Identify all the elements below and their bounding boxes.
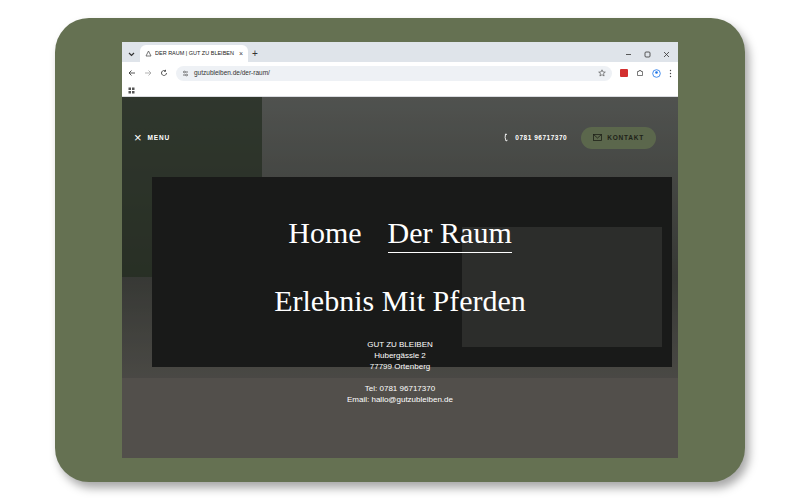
web-page: × MENU 0781 96717370 KONTAKT [122,97,678,458]
url-text: gutzubleiben.de/der-raum/ [194,68,593,78]
canvas: DER RAUM | GUT ZU BLEIBEN × + gutzu [0,0,800,500]
address-phone[interactable]: Tel: 0781 96717370 [365,383,435,394]
page-content: × MENU 0781 96717370 KONTAKT [122,97,678,458]
favicon-icon [145,50,152,57]
page-heading: Erlebnis Mit Pferden [122,283,678,319]
site-info-icon[interactable] [182,70,189,77]
address-street: Hubergässle 2 [374,350,426,361]
header-right: 0781 96717370 KONTAKT [504,127,656,149]
tablet-frame: DER RAUM | GUT ZU BLEIBEN × + gutzu [55,18,745,482]
maximize-icon[interactable] [644,51,651,58]
pdf-extension-icon[interactable] [620,69,628,77]
tab-strip: DER RAUM | GUT ZU BLEIBEN × + [122,42,678,62]
contact-button[interactable]: KONTAKT [581,127,656,149]
phone-link[interactable]: 0781 96717370 [504,133,567,143]
menu-button[interactable]: × MENU [134,131,170,144]
bookmark-star-icon[interactable] [598,69,606,77]
mail-icon [593,134,602,141]
scrollbar-track[interactable] [671,97,676,458]
contact-label: KONTAKT [607,133,644,143]
apps-grid-icon[interactable] [128,87,135,94]
phone-number: 0781 96717370 [515,133,567,143]
kebab-menu-icon[interactable] [669,69,672,78]
forward-icon[interactable] [144,69,152,77]
phone-icon [504,133,510,142]
reload-icon[interactable] [160,69,168,77]
puzzle-icon[interactable] [636,69,644,77]
browser-tab[interactable]: DER RAUM | GUT ZU BLEIBEN × [140,45,248,62]
extensions [620,69,672,78]
tab-search-icon[interactable] [126,46,136,62]
breadcrumb-nav: Home Der Raum [122,215,678,253]
bookmarks-bar [122,84,678,97]
address-name: GUT ZU BLEIBEN [367,339,433,350]
browser-window: DER RAUM | GUT ZU BLEIBEN × + gutzu [122,42,678,458]
address-city: 77799 Ortenberg [370,361,431,372]
minimize-icon[interactable] [625,51,632,58]
nav-link[interactable]: Der Raum [388,215,512,253]
toolbar: gutzubleiben.de/der-raum/ [122,62,678,84]
menu-label: MENU [148,133,170,143]
site-header: × MENU 0781 96717370 KONTAKT [122,97,678,149]
tab-close[interactable]: × [239,50,243,57]
window-controls [625,46,674,62]
new-tab-button[interactable]: + [252,46,258,62]
address-bar[interactable]: gutzubleiben.de/der-raum/ [176,66,612,81]
profile-icon[interactable] [652,69,661,78]
address-email[interactable]: Email: hallo@gutzubleiben.de [347,394,453,405]
close-window-icon[interactable] [663,51,670,58]
tab-title: DER RAUM | GUT ZU BLEIBEN [155,49,236,57]
photo-overlay [122,97,678,458]
nav-link[interactable]: Home [288,215,361,253]
address-block: GUT ZU BLEIBEN Hubergässle 2 77799 Orten… [122,339,678,405]
close-menu[interactable]: × [134,131,142,144]
back-icon[interactable] [128,69,136,77]
